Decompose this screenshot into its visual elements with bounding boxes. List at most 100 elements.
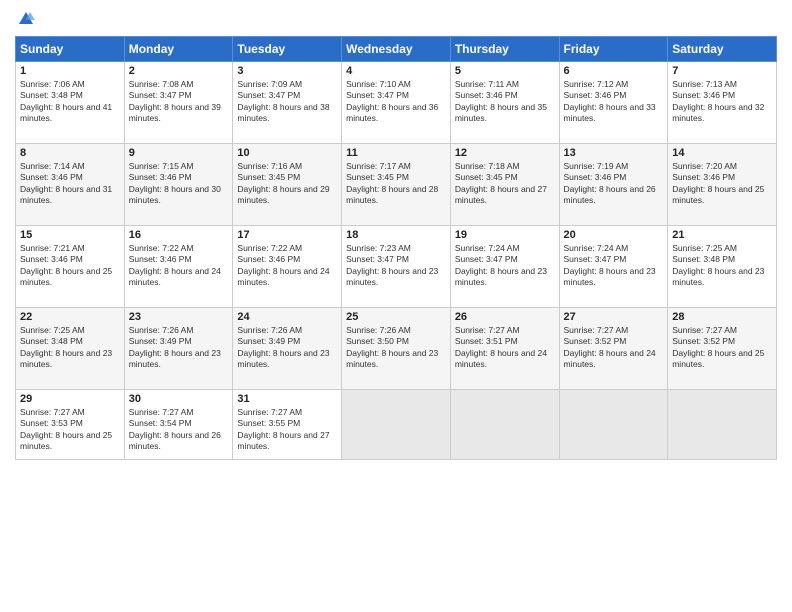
cell-content: Sunrise: 7:18 AMSunset: 3:45 PMDaylight:…: [455, 161, 547, 205]
col-sunday: Sunday: [16, 37, 125, 62]
calendar-cell: 8 Sunrise: 7:14 AMSunset: 3:46 PMDaylight…: [16, 144, 125, 226]
calendar-cell: 3 Sunrise: 7:09 AMSunset: 3:47 PMDaylight…: [233, 62, 342, 144]
calendar-cell: 16 Sunrise: 7:22 AMSunset: 3:46 PMDayligh…: [124, 226, 233, 308]
day-number: 12: [455, 147, 555, 159]
cell-content: Sunrise: 7:25 AMSunset: 3:48 PMDaylight:…: [20, 325, 112, 369]
logo-text: [15, 10, 35, 28]
cell-content: Sunrise: 7:27 AMSunset: 3:54 PMDaylight:…: [129, 407, 221, 451]
calendar-cell: 26 Sunrise: 7:27 AMSunset: 3:51 PMDayligh…: [450, 308, 559, 390]
day-number: 2: [129, 65, 229, 77]
cell-content: Sunrise: 7:17 AMSunset: 3:45 PMDaylight:…: [346, 161, 438, 205]
calendar-cell: 13 Sunrise: 7:19 AMSunset: 3:46 PMDayligh…: [559, 144, 668, 226]
calendar-cell: 22 Sunrise: 7:25 AMSunset: 3:48 PMDayligh…: [16, 308, 125, 390]
cell-content: Sunrise: 7:25 AMSunset: 3:48 PMDaylight:…: [672, 243, 764, 287]
day-number: 30: [129, 393, 229, 405]
cell-content: Sunrise: 7:22 AMSunset: 3:46 PMDaylight:…: [237, 243, 329, 287]
cell-content: Sunrise: 7:27 AMSunset: 3:52 PMDaylight:…: [564, 325, 656, 369]
calendar-cell: 21 Sunrise: 7:25 AMSunset: 3:48 PMDayligh…: [668, 226, 777, 308]
calendar-cell: 6Sunrise: 7:12 AMSunset: 3:46 PMDaylight…: [559, 62, 668, 144]
calendar-cell: 31 Sunrise: 7:27 AMSunset: 3:55 PMDayligh…: [233, 390, 342, 460]
calendar-cell: 29Sunrise: 7:27 AMSunset: 3:53 PMDayligh…: [16, 390, 125, 460]
col-monday: Monday: [124, 37, 233, 62]
calendar-cell: 2 Sunrise: 7:08 AMSunset: 3:47 PMDaylight…: [124, 62, 233, 144]
calendar-cell: 19Sunrise: 7:24 AMSunset: 3:47 PMDayligh…: [450, 226, 559, 308]
day-number: 11: [346, 147, 446, 159]
calendar-cell: [342, 390, 451, 460]
header: [15, 10, 777, 28]
cell-content: Sunrise: 7:12 AMSunset: 3:46 PMDaylight:…: [564, 79, 656, 123]
cell-content: Sunrise: 7:26 AMSunset: 3:49 PMDaylight:…: [237, 325, 329, 369]
col-wednesday: Wednesday: [342, 37, 451, 62]
calendar-cell: 14 Sunrise: 7:20 AMSunset: 3:46 PMDayligh…: [668, 144, 777, 226]
day-number: 14: [672, 147, 772, 159]
logo-icon: [17, 10, 35, 28]
day-number: 22: [20, 311, 120, 323]
col-friday: Friday: [559, 37, 668, 62]
calendar-cell: 27 Sunrise: 7:27 AMSunset: 3:52 PMDayligh…: [559, 308, 668, 390]
day-number: 24: [237, 311, 337, 323]
day-number: 23: [129, 311, 229, 323]
cell-content: Sunrise: 7:19 AMSunset: 3:46 PMDaylight:…: [564, 161, 656, 205]
cell-content: Sunrise: 7:26 AMSunset: 3:49 PMDaylight:…: [129, 325, 221, 369]
cell-content: Sunrise: 7:09 AMSunset: 3:47 PMDaylight:…: [237, 79, 329, 123]
calendar-cell: 15 Sunrise: 7:21 AMSunset: 3:46 PMDayligh…: [16, 226, 125, 308]
cell-content: Sunrise: 7:27 AMSunset: 3:55 PMDaylight:…: [237, 407, 329, 451]
day-number: 4: [346, 65, 446, 77]
col-tuesday: Tuesday: [233, 37, 342, 62]
day-number: 20: [564, 229, 664, 241]
day-number: 28: [672, 311, 772, 323]
cell-content: Sunrise: 7:15 AMSunset: 3:46 PMDaylight:…: [129, 161, 221, 205]
cell-content: Sunrise: 7:16 AMSunset: 3:45 PMDaylight:…: [237, 161, 329, 205]
day-number: 13: [564, 147, 664, 159]
cell-content: Sunrise: 7:27 AMSunset: 3:53 PMDaylight:…: [20, 407, 112, 451]
calendar-header-row: Sunday Monday Tuesday Wednesday Thursday…: [16, 37, 777, 62]
day-number: 27: [564, 311, 664, 323]
cell-content: Sunrise: 7:27 AMSunset: 3:51 PMDaylight:…: [455, 325, 547, 369]
calendar-cell: [559, 390, 668, 460]
cell-content: Sunrise: 7:27 AMSunset: 3:52 PMDaylight:…: [672, 325, 764, 369]
cell-content: Sunrise: 7:10 AMSunset: 3:47 PMDaylight:…: [346, 79, 438, 123]
day-number: 26: [455, 311, 555, 323]
day-number: 18: [346, 229, 446, 241]
day-number: 9: [129, 147, 229, 159]
logo: [15, 10, 35, 28]
cell-content: Sunrise: 7:24 AMSunset: 3:47 PMDaylight:…: [564, 243, 656, 287]
day-number: 25: [346, 311, 446, 323]
day-number: 8: [20, 147, 120, 159]
day-number: 21: [672, 229, 772, 241]
cell-content: Sunrise: 7:23 AMSunset: 3:47 PMDaylight:…: [346, 243, 438, 287]
day-number: 1: [20, 65, 120, 77]
cell-content: Sunrise: 7:20 AMSunset: 3:46 PMDaylight:…: [672, 161, 764, 205]
calendar-cell: 10 Sunrise: 7:16 AMSunset: 3:45 PMDayligh…: [233, 144, 342, 226]
calendar-cell: 23 Sunrise: 7:26 AMSunset: 3:49 PMDayligh…: [124, 308, 233, 390]
calendar-cell: 28 Sunrise: 7:27 AMSunset: 3:52 PMDayligh…: [668, 308, 777, 390]
calendar-cell: 30 Sunrise: 7:27 AMSunset: 3:54 PMDayligh…: [124, 390, 233, 460]
calendar-cell: 11 Sunrise: 7:17 AMSunset: 3:45 PMDayligh…: [342, 144, 451, 226]
day-number: 17: [237, 229, 337, 241]
cell-content: Sunrise: 7:13 AMSunset: 3:46 PMDaylight:…: [672, 79, 764, 123]
cell-content: Sunrise: 7:14 AMSunset: 3:46 PMDaylight:…: [20, 161, 112, 205]
calendar-cell: 12 Sunrise: 7:18 AMSunset: 3:45 PMDayligh…: [450, 144, 559, 226]
col-saturday: Saturday: [668, 37, 777, 62]
day-number: 16: [129, 229, 229, 241]
col-thursday: Thursday: [450, 37, 559, 62]
calendar-cell: 9 Sunrise: 7:15 AMSunset: 3:46 PMDaylight…: [124, 144, 233, 226]
calendar-cell: 18 Sunrise: 7:23 AMSunset: 3:47 PMDayligh…: [342, 226, 451, 308]
cell-content: Sunrise: 7:06 AMSunset: 3:48 PMDaylight:…: [20, 79, 112, 123]
calendar-cell: 1 Sunrise: 7:06 AMSunset: 3:48 PMDaylight…: [16, 62, 125, 144]
calendar-table: Sunday Monday Tuesday Wednesday Thursday…: [15, 36, 777, 460]
cell-content: Sunrise: 7:08 AMSunset: 3:47 PMDaylight:…: [129, 79, 221, 123]
day-number: 10: [237, 147, 337, 159]
calendar-cell: 5Sunrise: 7:11 AMSunset: 3:46 PMDaylight…: [450, 62, 559, 144]
calendar-cell: 7Sunrise: 7:13 AMSunset: 3:46 PMDaylight…: [668, 62, 777, 144]
day-number: 3: [237, 65, 337, 77]
cell-content: Sunrise: 7:21 AMSunset: 3:46 PMDaylight:…: [20, 243, 112, 287]
cell-content: Sunrise: 7:26 AMSunset: 3:50 PMDaylight:…: [346, 325, 438, 369]
day-number: 31: [237, 393, 337, 405]
calendar-cell: 4 Sunrise: 7:10 AMSunset: 3:47 PMDaylight…: [342, 62, 451, 144]
day-number: 5: [455, 65, 555, 77]
day-number: 15: [20, 229, 120, 241]
day-number: 19: [455, 229, 555, 241]
calendar-cell: 17 Sunrise: 7:22 AMSunset: 3:46 PMDayligh…: [233, 226, 342, 308]
cell-content: Sunrise: 7:22 AMSunset: 3:46 PMDaylight:…: [129, 243, 221, 287]
